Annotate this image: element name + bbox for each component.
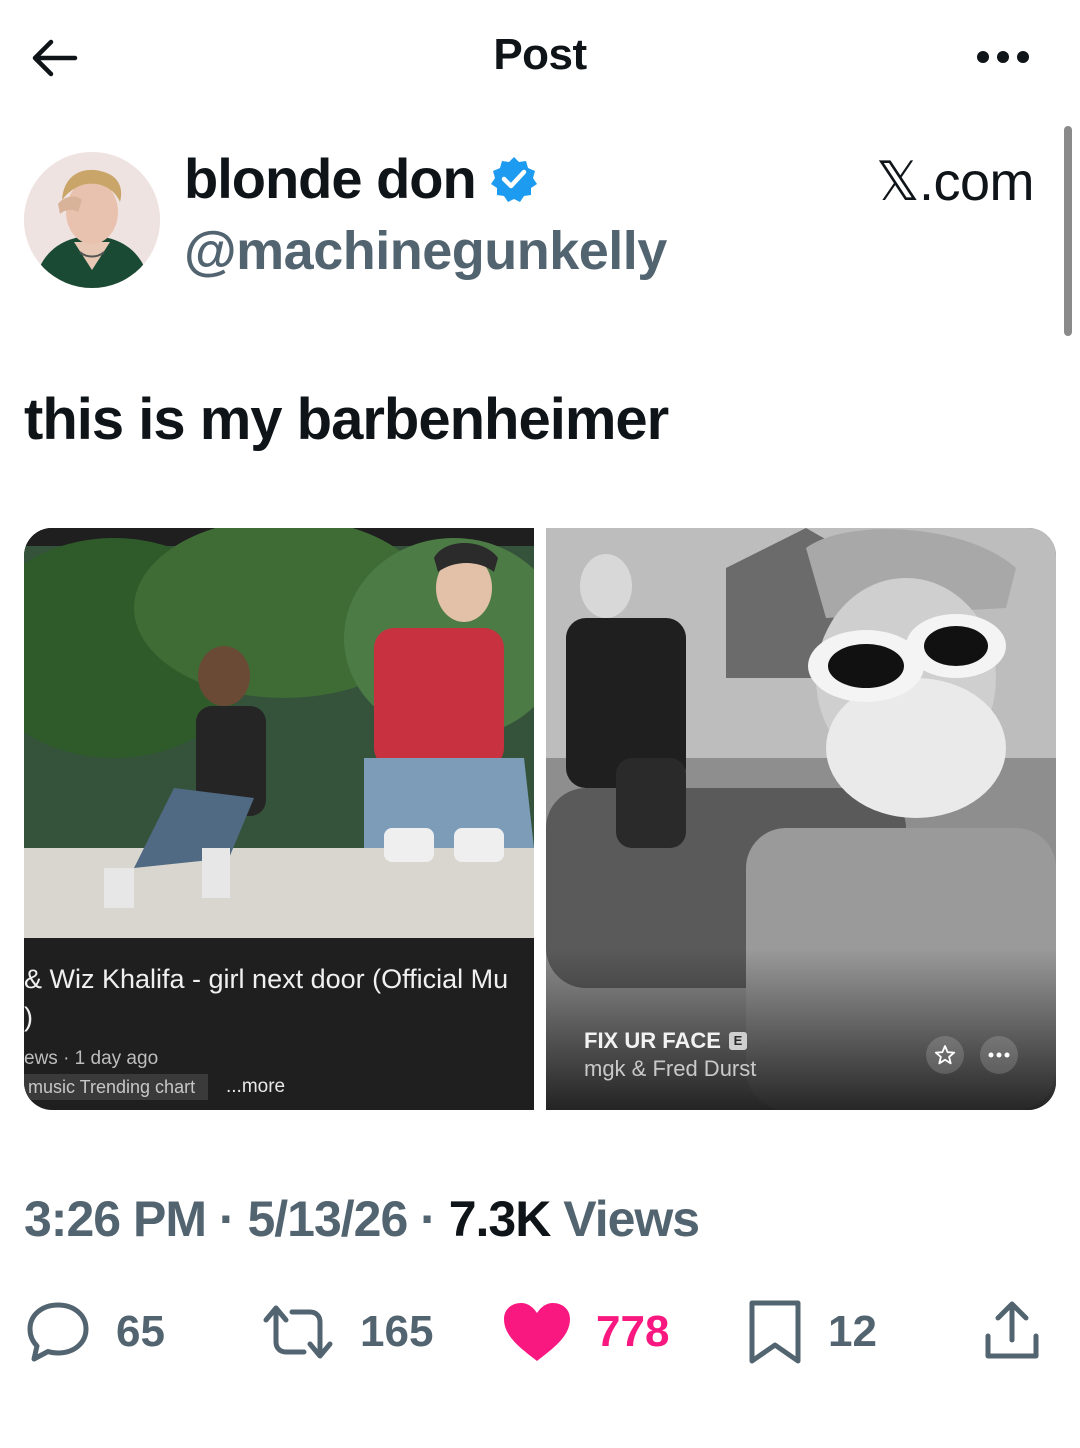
song-artist: mgk & Fred Durst <box>584 1056 757 1081</box>
scrollbar[interactable] <box>1064 126 1072 336</box>
video-caption-title-cont: ) <box>24 1002 33 1032</box>
post-meta: 3:26 PM · 5/13/26 · 7.3K Views <box>24 1190 700 1248</box>
meta-separator: · <box>218 1191 236 1247</box>
views-label: Views <box>563 1191 700 1247</box>
more-options-button[interactable] <box>968 34 1038 80</box>
author-display-name[interactable]: blonde don <box>184 146 538 211</box>
trending-chip: music Trending chart <box>24 1074 208 1100</box>
repost-count: 165 <box>360 1307 434 1356</box>
repost-icon <box>263 1305 333 1359</box>
display-name-text: blonde don <box>184 147 477 210</box>
meta-separator: · <box>420 1191 437 1247</box>
share-button[interactable] <box>980 1296 1044 1368</box>
watermark-text: 𝕏.com <box>875 152 1035 212</box>
post-time: 3:26 PM <box>24 1191 207 1247</box>
ellipsis-horizontal-icon <box>988 1052 1010 1058</box>
reply-button[interactable]: 65 <box>24 1296 165 1368</box>
bookmark-count: 12 <box>828 1307 877 1356</box>
heart-filled-icon <box>504 1303 570 1361</box>
top-bar: Post <box>0 0 1080 120</box>
explicit-badge: E <box>728 1032 747 1050</box>
star-icon <box>934 1045 956 1065</box>
bookmark-icon <box>749 1300 801 1364</box>
avatar[interactable] <box>24 152 160 288</box>
like-count: 778 <box>596 1307 670 1356</box>
reply-count: 65 <box>116 1307 165 1356</box>
views-count: 7.3K <box>448 1191 552 1247</box>
post-date: 5/13/26 <box>247 1191 408 1247</box>
media-image-left[interactable]: & Wiz Khalifa - girl next door (Official… <box>24 528 534 1110</box>
verified-badge-icon <box>490 156 537 202</box>
video-caption-title: & Wiz Khalifa - girl next door (Official… <box>24 964 509 994</box>
repost-button[interactable]: 165 <box>260 1296 433 1368</box>
share-icon <box>985 1301 1039 1359</box>
like-button[interactable]: 778 <box>502 1296 669 1368</box>
tweet-text: this is my barbenheimer <box>24 387 669 452</box>
bookmark-button[interactable]: 12 <box>746 1296 877 1368</box>
song-title: FIX UR FACE E <box>584 1028 747 1054</box>
author-handle[interactable]: @machinegunkelly <box>184 220 667 282</box>
song-more-button[interactable] <box>980 1036 1018 1074</box>
song-title-text: FIX UR FACE <box>584 1028 721 1053</box>
action-bar: 65 165 778 12 <box>0 1296 1080 1376</box>
page-title: Post <box>493 30 587 79</box>
ellipsis-horizontal-icon <box>977 51 1029 63</box>
media-image-right[interactable]: FIX UR FACE E mgk & Fred Durst <box>546 528 1056 1110</box>
more-link: ...more <box>226 1076 286 1097</box>
media-grid: & Wiz Khalifa - girl next door (Official… <box>24 528 1056 1110</box>
video-caption-meta: ews · 1 day ago <box>24 1048 159 1069</box>
reply-icon <box>27 1302 89 1362</box>
favorite-button[interactable] <box>926 1036 964 1074</box>
